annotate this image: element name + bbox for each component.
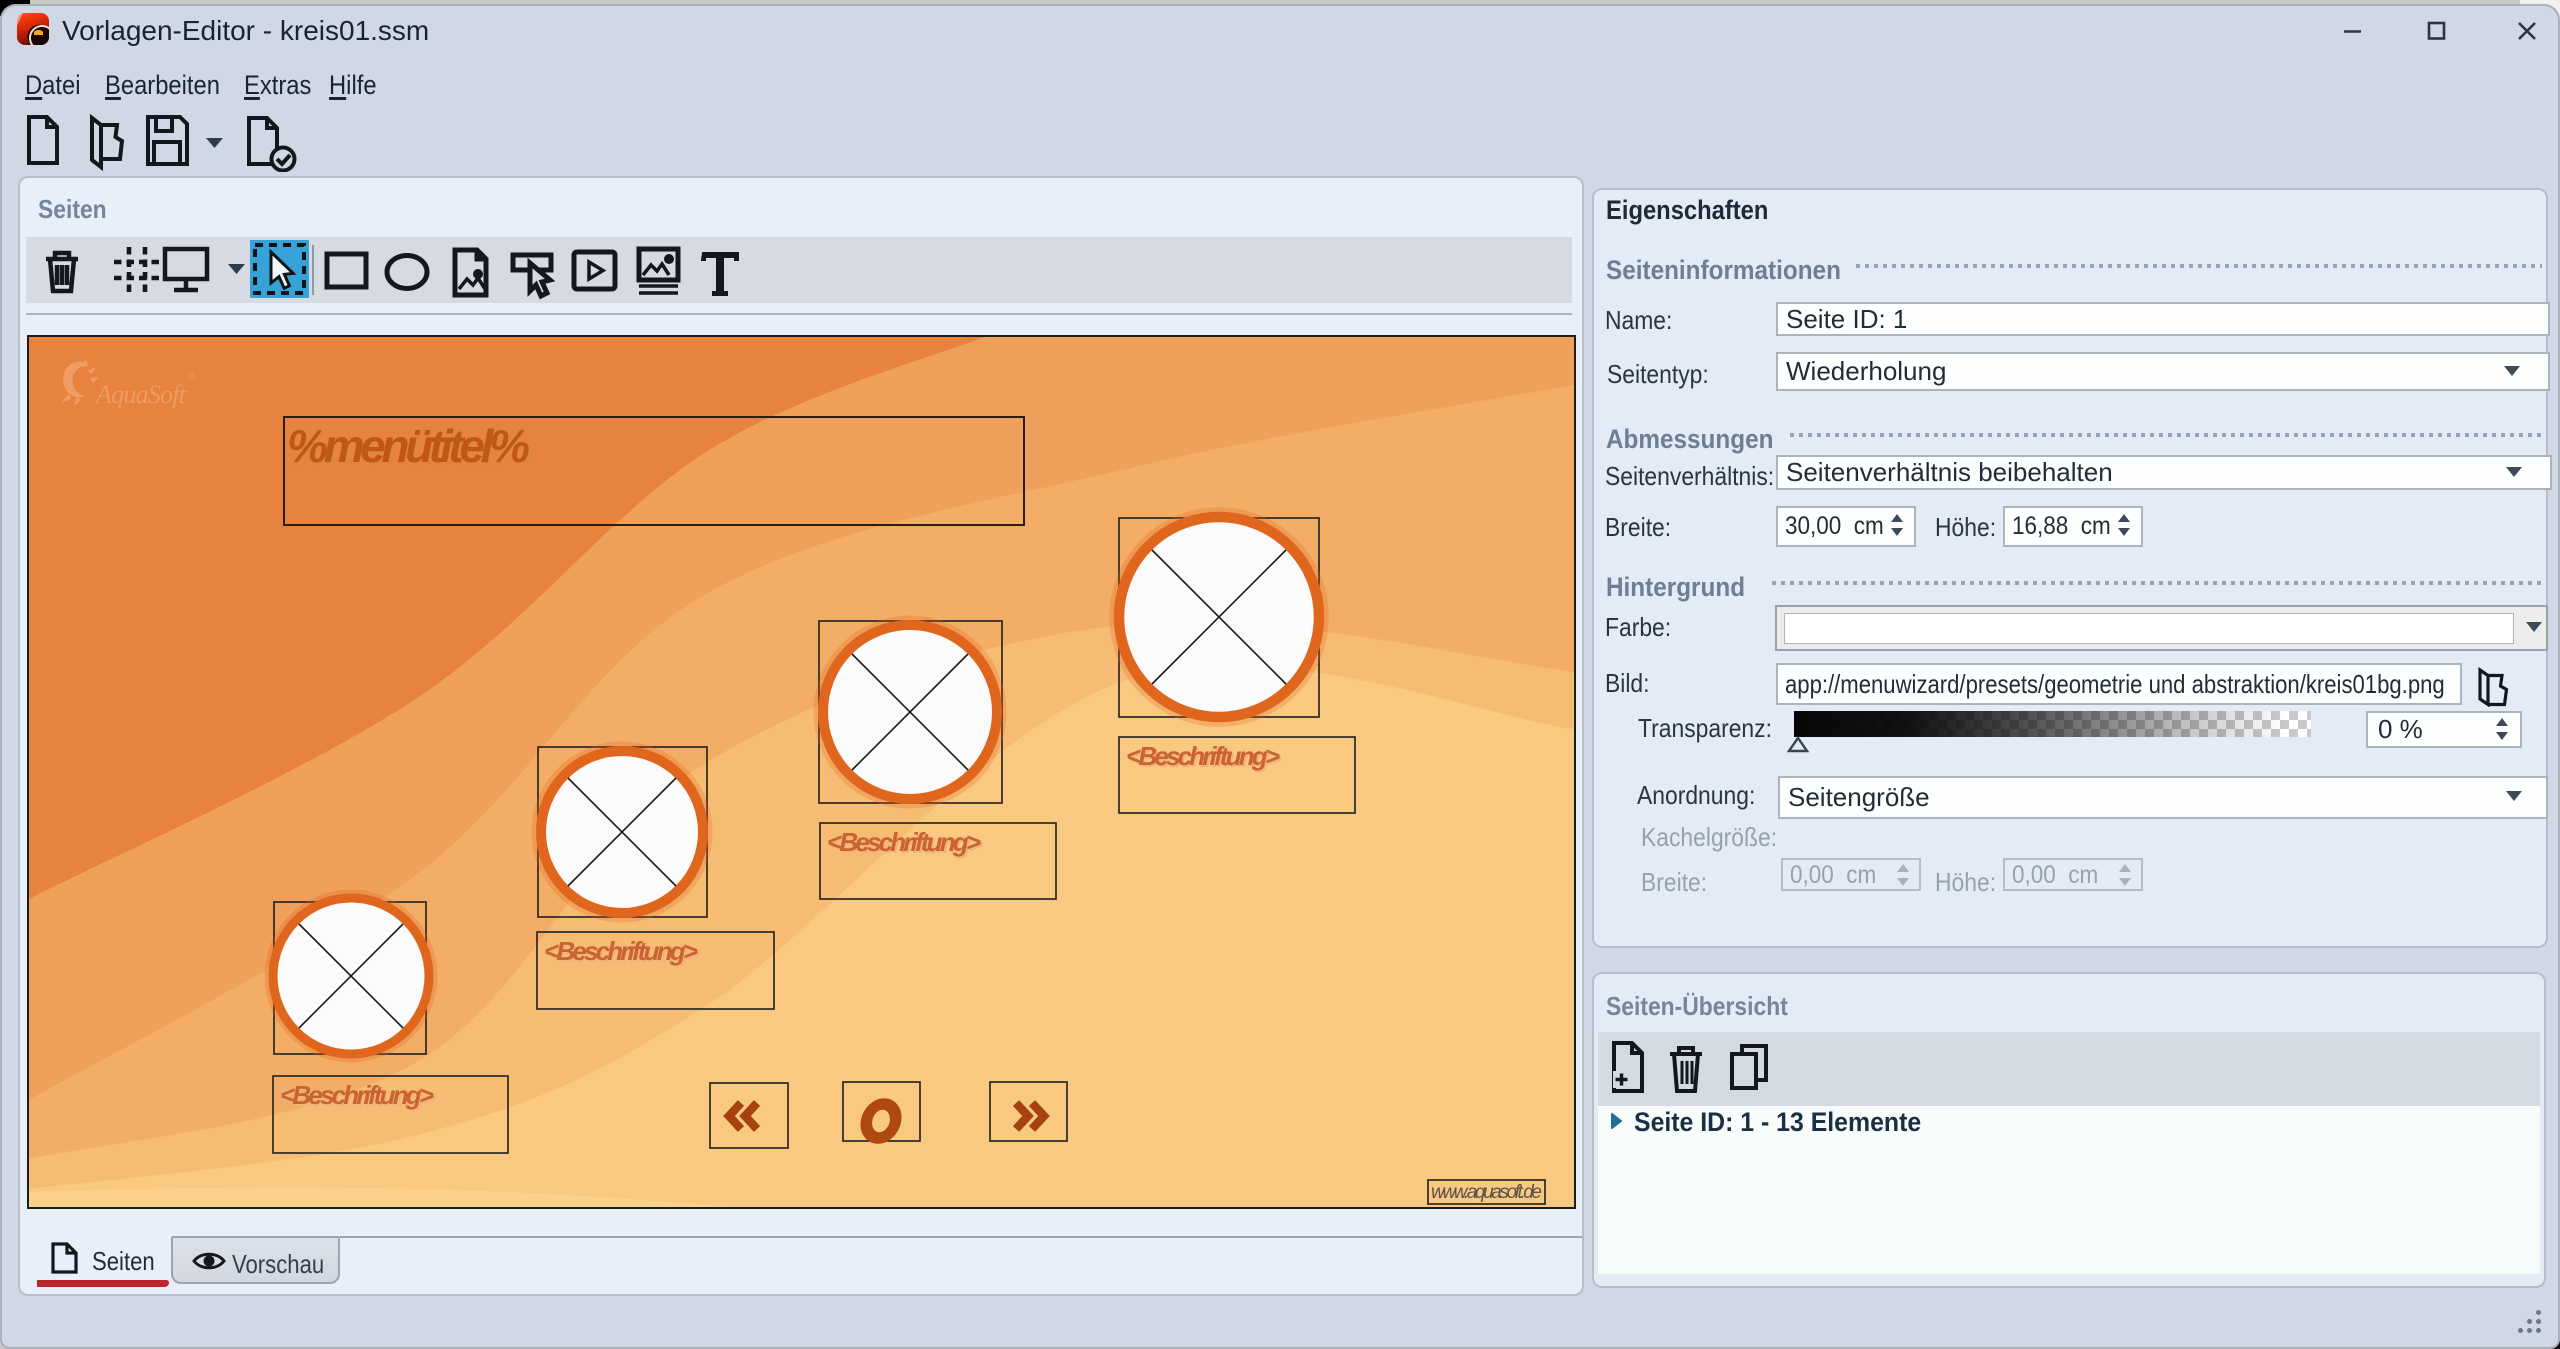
svg-text:<Beschriftung>: <Beschriftung> bbox=[280, 1080, 434, 1110]
svg-text:AquaSoft: AquaSoft bbox=[94, 380, 187, 409]
svg-text:%menütitel%: %menütitel% bbox=[287, 420, 530, 472]
svg-text:<Beschriftung>: <Beschriftung> bbox=[827, 827, 981, 857]
svg-text:®: ® bbox=[188, 371, 196, 382]
svg-text:<Beschriftung>: <Beschriftung> bbox=[1126, 741, 1280, 771]
svg-text:www.aquasoft.de: www.aquasoft.de bbox=[1431, 1182, 1542, 1203]
svg-text:<Beschriftung>: <Beschriftung> bbox=[544, 936, 698, 966]
